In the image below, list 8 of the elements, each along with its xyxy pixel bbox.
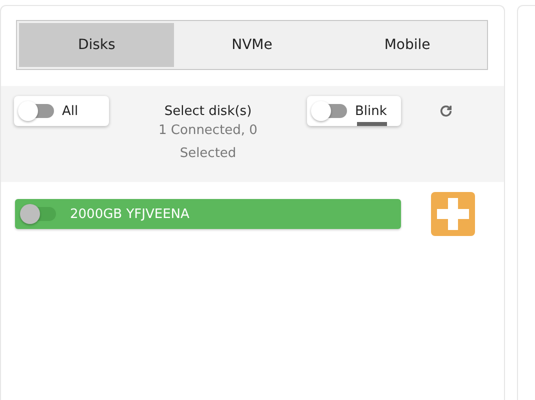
toolbar-title: Select disk(s) (164, 104, 252, 119)
tab[interactable]: NVMe (174, 23, 330, 67)
status-text: 1 Connected, 0 Selected (158, 122, 258, 163)
blink-toggle[interactable]: Blink (307, 96, 401, 126)
refresh-icon[interactable] (439, 104, 453, 118)
tab[interactable]: Mobile (330, 23, 485, 67)
all-toggle[interactable]: All (14, 96, 109, 126)
tab[interactable]: Disks (19, 23, 174, 67)
